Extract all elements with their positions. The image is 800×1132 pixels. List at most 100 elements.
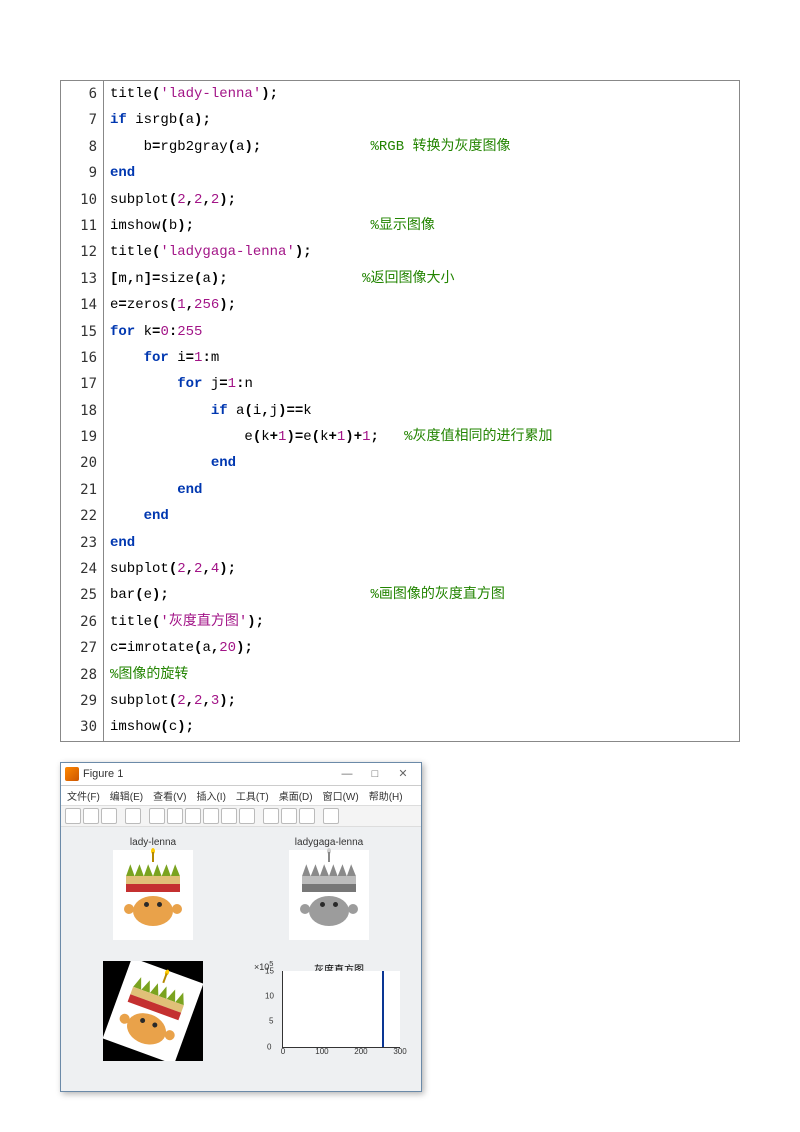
window-titlebar: Figure 1 — □ ✕: [61, 763, 421, 786]
xtick: 100: [315, 1047, 328, 1056]
histogram-bar: [382, 971, 384, 1047]
code-line: if isrgb(a);: [104, 107, 740, 133]
minimize-button[interactable]: —: [333, 768, 361, 780]
line-number: 30: [61, 714, 104, 741]
toolbar-separator: [317, 808, 321, 822]
close-button[interactable]: ✕: [389, 767, 417, 780]
line-number: 22: [61, 503, 104, 529]
toolbar-link-icon[interactable]: [263, 808, 279, 824]
code-line: title('灰度直方图');: [104, 609, 740, 635]
line-number: 13: [61, 266, 104, 292]
line-number: 8: [61, 134, 104, 160]
code-line: for i=1:m: [104, 345, 740, 371]
ytick: 15: [265, 966, 274, 975]
matlab-icon: [65, 767, 79, 781]
toolbar-pan-icon[interactable]: [185, 808, 201, 824]
line-number: 7: [61, 107, 104, 133]
code-line: b=rgb2gray(a); %RGB 转换为灰度图像: [104, 134, 740, 160]
code-line: e=zeros(1,256);: [104, 292, 740, 318]
image-ladygaga-lenna: [289, 850, 369, 940]
code-line: bar(e); %画图像的灰度直方图: [104, 582, 740, 608]
code-line: title('ladygaga-lenna');: [104, 239, 740, 265]
toolbar-plottools-icon[interactable]: [323, 808, 339, 824]
code-line: subplot(2,2,3);: [104, 688, 740, 714]
line-number: 11: [61, 213, 104, 239]
menu-view[interactable]: 查看(V): [153, 788, 186, 803]
line-number: 10: [61, 187, 104, 213]
menu-file[interactable]: 文件(F): [67, 788, 100, 803]
maximize-button[interactable]: □: [361, 768, 389, 780]
line-number: 25: [61, 582, 104, 608]
menu-insert[interactable]: 插入(I): [196, 788, 225, 803]
line-number: 24: [61, 556, 104, 582]
ytick: 5: [269, 1017, 273, 1026]
xtick: 0: [281, 1047, 285, 1056]
line-number: 18: [61, 398, 104, 424]
line-number: 20: [61, 450, 104, 476]
line-number: 21: [61, 477, 104, 503]
toolbar-zoomin-icon[interactable]: [149, 808, 165, 824]
ytick: 10: [265, 992, 274, 1001]
toolbar-datatip-icon[interactable]: [221, 808, 237, 824]
line-number: 12: [61, 239, 104, 265]
figure-body: lady-lenna ladygaga-lenna: [61, 827, 421, 1091]
image-lady-lenna: [113, 850, 193, 940]
subplot-1: lady-lenna: [69, 837, 237, 953]
matlab-figure-window: Figure 1 — □ ✕ 文件(F) 编辑(E) 查看(V) 插入(I) 工…: [60, 762, 422, 1092]
toolbar-save-icon[interactable]: [83, 808, 99, 824]
code-line: imshow(b); %显示图像: [104, 213, 740, 239]
toolbar-colorbar-icon[interactable]: [281, 808, 297, 824]
line-number: 26: [61, 609, 104, 635]
menu-edit[interactable]: 编辑(E): [110, 788, 143, 803]
toolbar-separator: [143, 808, 147, 822]
line-number: 14: [61, 292, 104, 318]
code-line: end: [104, 477, 740, 503]
ytick: 0: [267, 1042, 271, 1051]
code-line: title('lady-lenna');: [104, 81, 740, 108]
chart-axes: 0 5 10 15 0 100 200 300: [282, 971, 400, 1048]
code-line: end: [104, 503, 740, 529]
toolbar-separator: [119, 808, 123, 822]
line-number: 15: [61, 319, 104, 345]
subplot-2: ladygaga-lenna: [245, 837, 413, 953]
toolbar-new-icon[interactable]: [65, 808, 81, 824]
code-line: end: [104, 450, 740, 476]
code-line: subplot(2,2,4);: [104, 556, 740, 582]
code-listing-table: 6title('lady-lenna');7if isrgb(a);8 b=rg…: [60, 80, 740, 742]
menu-tools[interactable]: 工具(T): [236, 788, 269, 803]
toolbar-zoomout-icon[interactable]: [167, 808, 183, 824]
code-line: %图像的旋转: [104, 662, 740, 688]
code-line: subplot(2,2,2);: [104, 187, 740, 213]
code-line: if a(i,j)==k: [104, 398, 740, 424]
xtick: 300: [393, 1047, 406, 1056]
code-line: e(k+1)=e(k+1)+1; %灰度值相同的进行累加: [104, 424, 740, 450]
toolbar-separator: [257, 808, 261, 822]
line-number: 27: [61, 635, 104, 661]
toolbar-legend-icon[interactable]: [299, 808, 315, 824]
code-line: for k=0:255: [104, 319, 740, 345]
toolbar-pointer-icon[interactable]: [125, 808, 141, 824]
line-number: 29: [61, 688, 104, 714]
toolbar-print-icon[interactable]: [101, 808, 117, 824]
toolbar-rotate-icon[interactable]: [203, 808, 219, 824]
line-number: 23: [61, 530, 104, 556]
line-number: 17: [61, 371, 104, 397]
line-number: 6: [61, 81, 104, 108]
window-title: Figure 1: [83, 768, 333, 780]
line-number: 9: [61, 160, 104, 186]
menu-desktop[interactable]: 桌面(D): [279, 788, 313, 803]
subplot-3: [69, 961, 237, 1077]
toolbar: [61, 806, 421, 827]
menu-help[interactable]: 帮助(H): [369, 788, 403, 803]
menu-window[interactable]: 窗口(W): [323, 788, 359, 803]
code-line: for j=1:n: [104, 371, 740, 397]
line-number: 28: [61, 662, 104, 688]
subplot-4: ×105 灰度直方图 0 5 10 15 0 100 200 300: [245, 961, 413, 1077]
xtick: 200: [354, 1047, 367, 1056]
code-line: c=imrotate(a,20);: [104, 635, 740, 661]
toolbar-brush-icon[interactable]: [239, 808, 255, 824]
document-page: 6title('lady-lenna');7if isrgb(a);8 b=rg…: [0, 0, 800, 1132]
image-rotated: [103, 961, 203, 1061]
histogram-chart: ×105 灰度直方图 0 5 10 15 0 100 200 300: [254, 961, 404, 1066]
code-line: end: [104, 530, 740, 556]
